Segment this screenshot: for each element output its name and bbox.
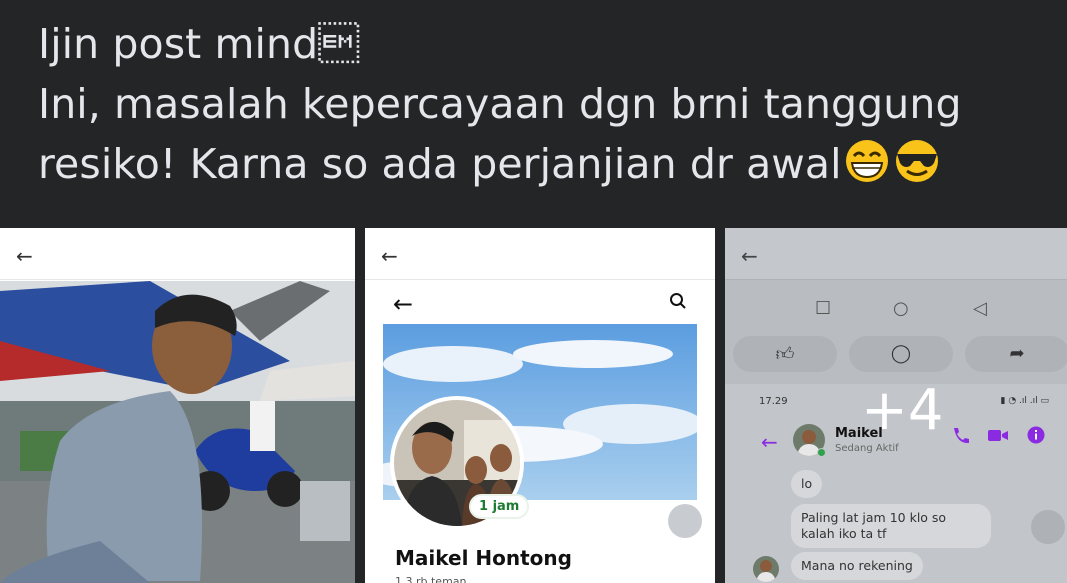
sender-avatar <box>753 556 779 582</box>
photo-topbar: ← <box>0 228 355 280</box>
friends-count: 1,3 rb teman <box>395 575 467 583</box>
photo-gallery: ← ← ← 1 jam Maikel Hontong 1,3 rb teman … <box>0 228 1067 583</box>
thumbs-up-icon: 👍︎ <box>775 344 795 365</box>
android-nav-keys: ☐ ○ ◁ <box>725 298 1067 328</box>
message-bubble-2: Paling lat jam 10 klo so kalah iko ta tf <box>791 504 991 548</box>
scroll-dot <box>1031 510 1065 544</box>
online-status-dot <box>817 448 826 457</box>
comment-icon: ◯ <box>890 343 912 364</box>
chat-actions <box>951 426 1045 444</box>
post-line-3: resiko! Karna so ada perjanjian dr awal <box>38 134 1048 194</box>
chat-contact-name: Maikel <box>835 426 883 441</box>
comment-button[interactable]: ◯ <box>849 336 953 372</box>
circle-icon: ○ <box>893 298 909 319</box>
post-line-2: Ini, masalah kepercayaan dgn brni tanggu… <box>38 80 962 128</box>
market-man-photo <box>0 281 355 583</box>
reaction-bar: 👍︎ ◯ ➦ <box>725 336 1067 376</box>
gallery-photo-1[interactable]: ← <box>0 228 355 583</box>
share-button[interactable]: ➦ <box>965 336 1067 372</box>
like-button[interactable]: 👍︎ <box>733 336 837 372</box>
info-icon <box>1027 426 1045 444</box>
profile-name: Maikel Hontong <box>395 546 572 570</box>
chat-header: ← Maikel Sedang Aktif <box>725 424 1067 464</box>
chat-back-arrow-icon: ← <box>761 430 778 454</box>
status-icons: ▮ ◔ .ıl .ıl ▭ <box>1000 396 1049 406</box>
messenger-screenshot: 17.29 ▮ ◔ .ıl .ıl ▭ +4 ← Maikel Sedang A… <box>725 378 1067 583</box>
profile-back-arrow-icon: ← <box>393 290 414 318</box>
grinning-face-emoji <box>842 138 892 184</box>
post-line-3-text: resiko! Karna so ada perjanjian dr awal <box>38 140 842 188</box>
triangle-back-icon: ◁ <box>973 298 987 319</box>
profile-header: ← <box>383 284 697 324</box>
share-icon: ➦ <box>1009 343 1025 364</box>
status-time: 17.29 <box>759 396 788 407</box>
scroll-dot <box>668 504 702 538</box>
photo-topbar: ← <box>365 228 715 280</box>
message-bubble-3: Mana no rekening <box>791 552 923 580</box>
back-arrow-icon[interactable]: ← <box>741 244 758 268</box>
post-text: Ijin post mind Ini, masalah kepercayaan… <box>38 14 1048 194</box>
chat-contact-status: Sedang Aktif <box>835 443 899 454</box>
back-arrow-icon[interactable]: ← <box>381 244 398 268</box>
post-line-1: Ijin post mind <box>38 20 360 68</box>
search-icon <box>669 292 687 314</box>
sunglasses-face-emoji <box>892 138 942 184</box>
phone-icon <box>954 428 969 444</box>
back-arrow-icon[interactable]: ← <box>16 244 33 268</box>
square-icon: ☐ <box>815 298 832 319</box>
message-bubble-1: lo <box>791 470 823 498</box>
photo-topbar: ← <box>725 228 1067 280</box>
video-call-icon <box>988 430 1008 441</box>
gallery-photo-3[interactable]: ← ☐ ○ ◁ 👍︎ ◯ ➦ 17.29 ▮ ◔ .ıl .ıl ▭ +4 ← … <box>725 228 1067 583</box>
time-badge: 1 jam <box>469 494 530 519</box>
gallery-photo-2[interactable]: ← ← 1 jam Maikel Hontong 1,3 rb teman <box>365 228 715 583</box>
